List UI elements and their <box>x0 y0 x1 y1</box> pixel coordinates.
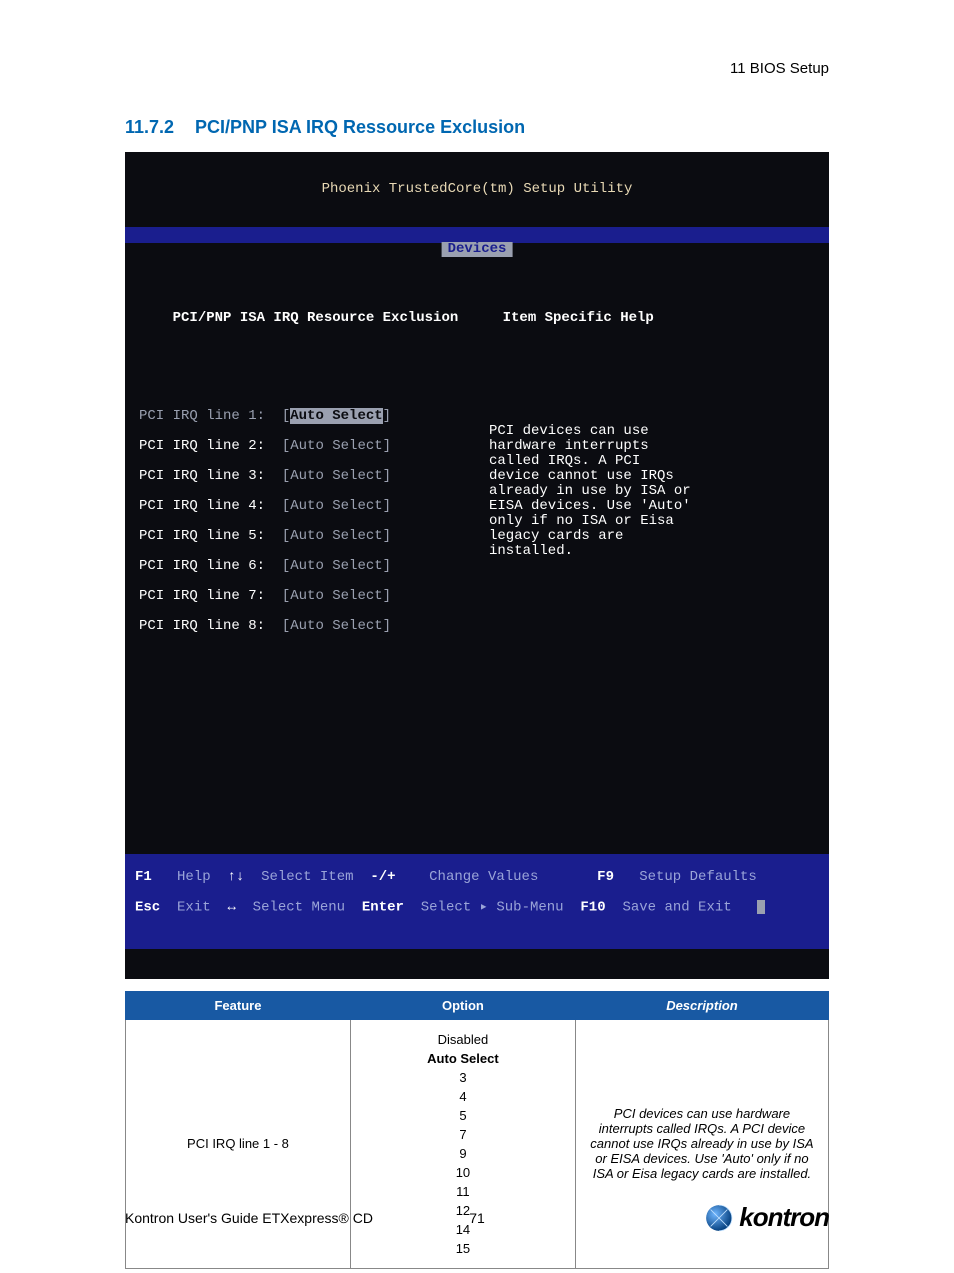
bios-tab-bar: Devices <box>125 227 829 243</box>
bios-irq-value[interactable]: Auto Select <box>290 498 382 514</box>
bios-irq-label[interactable]: PCI IRQ line 4: <box>139 498 265 514</box>
bios-irq-label[interactable]: PCI IRQ line 2: <box>139 438 265 454</box>
th-feature: Feature <box>126 991 351 1019</box>
bios-irq-label[interactable]: PCI IRQ line 1: <box>139 408 265 424</box>
page-header-breadcrumb: 11 BIOS Setup <box>125 60 829 77</box>
th-option: Option <box>350 991 575 1019</box>
opt: 7 <box>363 1125 563 1144</box>
section-title: PCI/PNP ISA IRQ Ressource Exclusion <box>195 117 525 137</box>
opt: Disabled <box>363 1030 563 1049</box>
bios-screenshot: Phoenix TrustedCore(tm) Setup Utility De… <box>125 152 829 979</box>
page-footer: Kontron User's Guide ETXexpress® CD 71 k… <box>125 1202 829 1233</box>
bios-footer: F1 Help ↑↓ Select Item -/+ Change Values… <box>125 854 829 949</box>
section-number: 11.7.2 <box>125 117 195 138</box>
logo-text: kontron <box>739 1202 829 1233</box>
opt: 4 <box>363 1087 563 1106</box>
bios-help-heading: Item Specific Help <box>469 310 654 326</box>
bios-irq-value[interactable]: Auto Select <box>290 438 382 454</box>
opt: 11 <box>363 1182 563 1201</box>
bios-help-text: PCI devices can use hardware interrupts … <box>469 424 699 559</box>
bios-panel-heading: PCI/PNP ISA IRQ Resource Exclusion <box>139 310 458 326</box>
bios-irq-value[interactable]: Auto Select <box>290 558 382 574</box>
opt: 3 <box>363 1068 563 1087</box>
bios-irq-label[interactable]: PCI IRQ line 7: <box>139 588 265 604</box>
bios-title: Phoenix TrustedCore(tm) Setup Utility <box>125 182 829 197</box>
bios-irq-label[interactable]: PCI IRQ line 8: <box>139 618 265 634</box>
bios-irq-label[interactable]: PCI IRQ line 6: <box>139 558 265 574</box>
bios-irq-value[interactable]: Auto Select <box>290 588 382 604</box>
bios-irq-value[interactable]: Auto Select <box>290 528 382 544</box>
globe-icon <box>705 1204 733 1232</box>
footer-left: Kontron User's Guide ETXexpress® CD <box>125 1210 373 1226</box>
bios-irq-label[interactable]: PCI IRQ line 3: <box>139 468 265 484</box>
bios-irq-value[interactable]: Auto Select <box>290 408 382 424</box>
th-description: Description <box>575 991 828 1019</box>
opt: 9 <box>363 1144 563 1163</box>
opt-default: Auto Select <box>363 1049 563 1068</box>
bios-irq-label[interactable]: PCI IRQ line 5: <box>139 528 265 544</box>
bios-irq-value[interactable]: Auto Select <box>290 618 382 634</box>
bios-active-tab[interactable]: Devices <box>442 242 513 257</box>
kontron-logo: kontron <box>705 1202 829 1233</box>
cursor-block-icon <box>757 900 765 914</box>
bios-irq-value[interactable]: Auto Select <box>290 468 382 484</box>
section-heading: 11.7.2PCI/PNP ISA IRQ Ressource Exclusio… <box>125 117 829 138</box>
opt: 5 <box>363 1106 563 1125</box>
page-number: 71 <box>469 1210 485 1226</box>
opt: 15 <box>363 1239 563 1258</box>
opt: 10 <box>363 1163 563 1182</box>
